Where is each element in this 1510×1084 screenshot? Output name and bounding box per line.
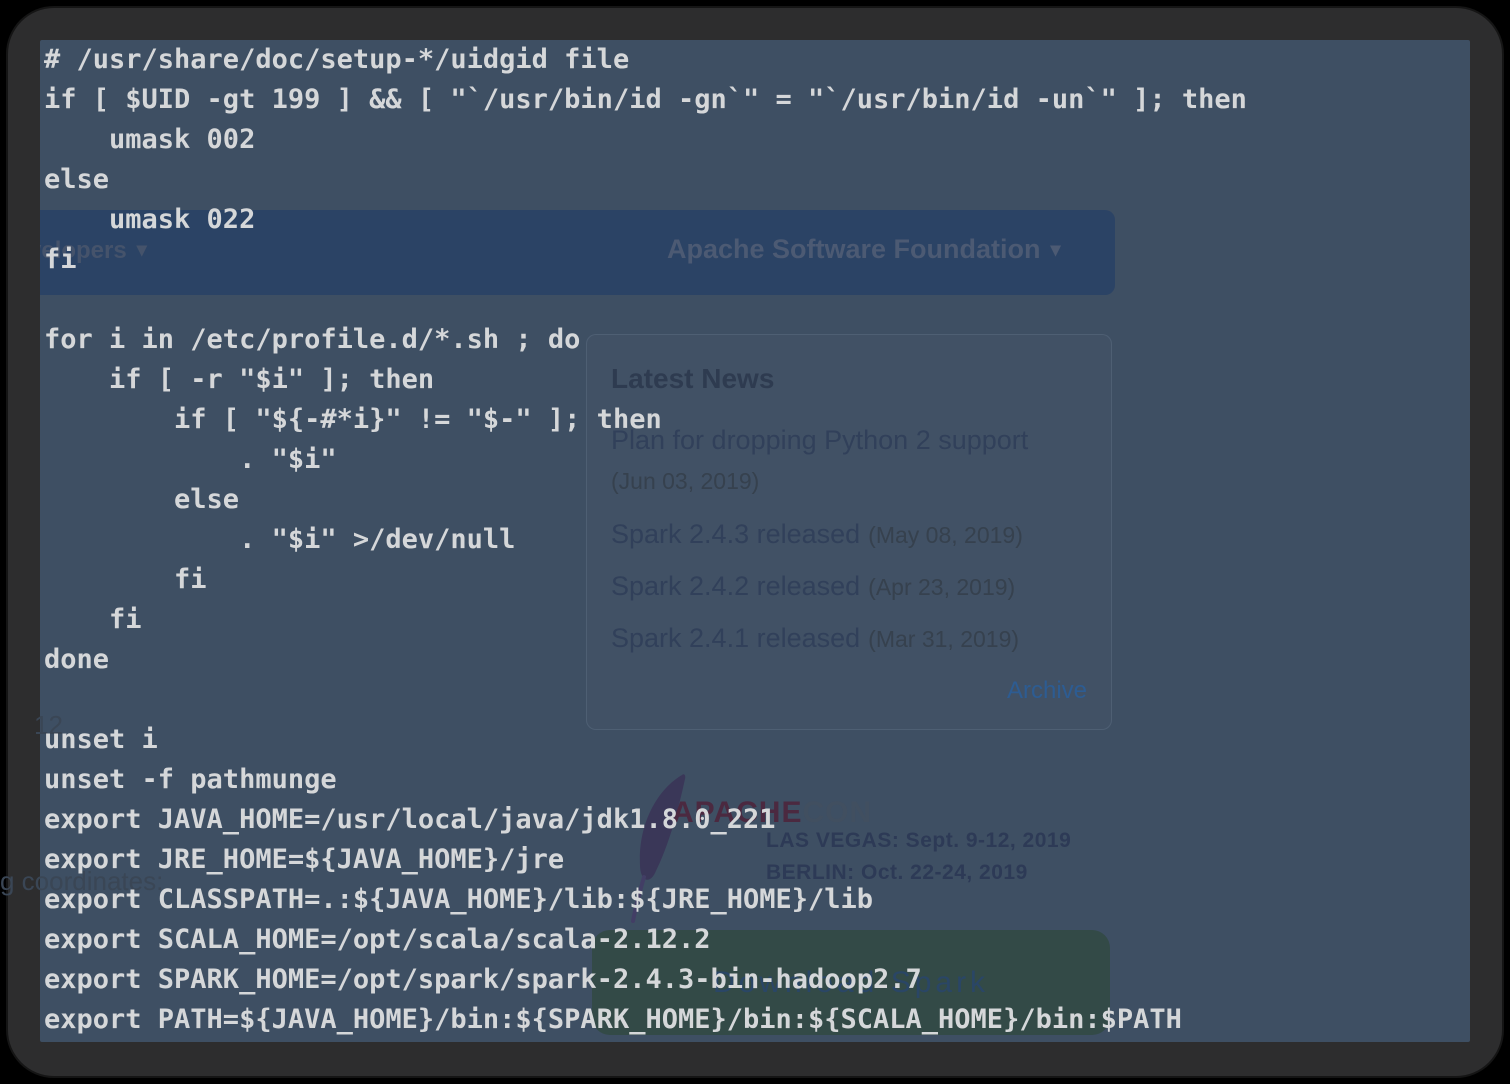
screenshot-root: velopers▾ Apache Software Foundation▾ La… xyxy=(0,0,1510,1084)
terminal-code-text[interactable]: # /usr/share/doc/setup-*/uidgid file if … xyxy=(44,40,1247,1040)
